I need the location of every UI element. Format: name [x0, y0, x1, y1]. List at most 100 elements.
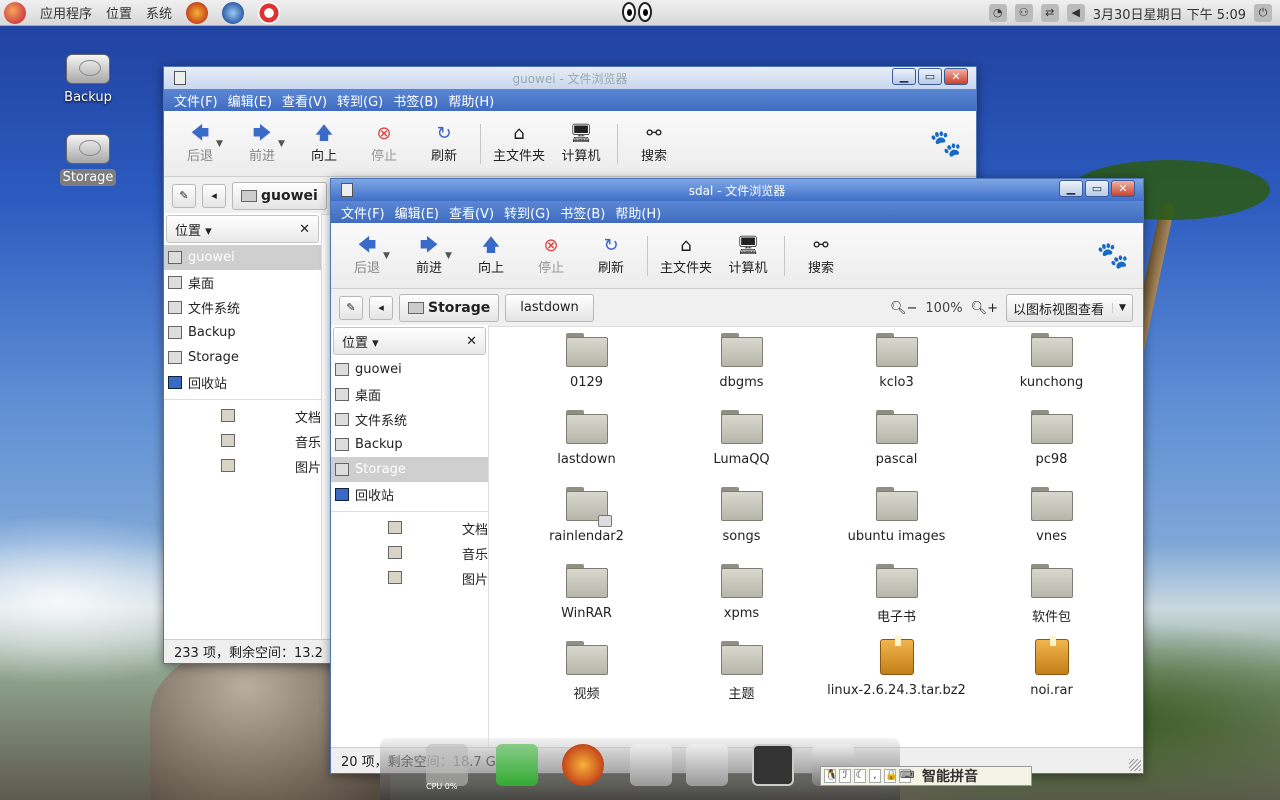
minimize-button[interactable]: ▁ — [1059, 180, 1083, 197]
path-crumb-guowei[interactable]: guowei — [232, 181, 327, 210]
file-item[interactable]: songs — [664, 481, 819, 558]
forward-history-dropdown[interactable]: ▼ — [278, 139, 290, 149]
back-history-dropdown[interactable]: ▼ — [216, 139, 228, 149]
menu-go[interactable]: 转到(G) — [337, 91, 383, 110]
ime-keyboard-icon[interactable]: ⌨ — [899, 769, 914, 783]
maximize-button[interactable]: ▭ — [1085, 180, 1109, 197]
sidebar-item-trash[interactable]: 回收站 — [331, 482, 488, 507]
up-button[interactable]: 🡅 向上 — [461, 235, 521, 276]
toggle-location-entry-button[interactable]: ✎ — [339, 295, 363, 320]
switch-user-icon[interactable]: ⚇ — [1014, 4, 1033, 22]
sidebar-item-documents[interactable]: 文档 — [331, 516, 488, 541]
menu-view[interactable]: 查看(V) — [282, 91, 327, 110]
file-item[interactable]: WinRAR — [509, 558, 664, 635]
terminal-icon[interactable] — [752, 744, 794, 786]
clock[interactable]: 3月30日星期日 下午 5:09 — [1093, 4, 1246, 23]
view-mode-select[interactable]: 以图标视图查看 ▼ — [1005, 294, 1133, 322]
menu-go[interactable]: 转到(G) — [504, 203, 550, 222]
menu-bookmarks[interactable]: 书签(B) — [393, 91, 438, 110]
sidebar-item-guowei[interactable]: guowei — [164, 245, 321, 270]
file-item[interactable]: ubuntu images — [819, 481, 974, 558]
mail-launcher-icon[interactable] — [222, 1, 245, 24]
close-button[interactable]: ✕ — [1111, 180, 1135, 197]
sidebar-item-trash[interactable]: 回收站 — [164, 370, 321, 395]
sidebar-item-storage[interactable]: Storage — [331, 457, 488, 482]
sidebar-item-music[interactable]: 音乐 — [164, 429, 321, 454]
ime-punct-icon[interactable]: , — [869, 769, 881, 783]
reload-button[interactable]: ↻ 刷新 — [414, 123, 474, 164]
ime-penguin-icon[interactable]: 🐧 — [824, 769, 837, 783]
search-button[interactable]: ⚯ 搜索 — [791, 235, 851, 276]
sidebar-item-pictures[interactable]: 图片 — [331, 566, 488, 591]
desktop-icon-backup[interactable]: Backup — [53, 54, 123, 105]
sidebar-header[interactable]: 位置 ▾ ✕ — [166, 215, 319, 243]
network-icon[interactable]: ⇄ — [1040, 4, 1059, 22]
ubuntu-logo-icon[interactable] — [4, 1, 26, 24]
sidebar-header[interactable]: 位置 ▾ ✕ — [333, 327, 486, 355]
maximize-button[interactable]: ▭ — [918, 68, 942, 85]
close-sidebar-icon[interactable]: ✕ — [466, 334, 477, 349]
volume-icon[interactable]: ◀ — [1066, 4, 1085, 22]
resize-grip[interactable] — [1129, 759, 1141, 771]
battery-icon[interactable] — [496, 744, 538, 786]
panel-menu-applications[interactable]: 应用程序 — [40, 3, 92, 22]
cpu-monitor-icon[interactable] — [426, 744, 468, 786]
close-button[interactable]: ✕ — [944, 68, 968, 85]
sidebar-item-desktop[interactable]: 桌面 — [331, 382, 488, 407]
close-sidebar-icon[interactable]: ✕ — [299, 222, 310, 237]
file-item[interactable]: lastdown — [509, 404, 664, 481]
file-cabinet-icon[interactable] — [686, 744, 728, 786]
file-item[interactable]: vnes — [974, 481, 1129, 558]
ime-mode-icon[interactable]: ℐ — [839, 769, 851, 783]
sidebar-item-filesystem[interactable]: 文件系统 — [164, 295, 321, 320]
sidebar-item-desktop[interactable]: 桌面 — [164, 270, 321, 295]
power-icon[interactable]: ⏻ — [1254, 4, 1272, 22]
sidebar-item-guowei[interactable]: guowei — [331, 357, 488, 382]
path-crumb-lastdown[interactable]: lastdown — [505, 293, 594, 322]
menu-edit[interactable]: 编辑(E) — [395, 203, 439, 222]
menu-edit[interactable]: 编辑(E) — [228, 91, 272, 110]
file-item[interactable]: noi.rar — [974, 635, 1129, 712]
sidebar-item-music[interactable]: 音乐 — [331, 541, 488, 566]
sidebar-item-documents[interactable]: 文档 — [164, 404, 321, 429]
path-left-button[interactable]: ◂ — [369, 295, 393, 320]
file-item[interactable]: rainlendar2 — [509, 481, 664, 558]
menu-bookmarks[interactable]: 书签(B) — [560, 203, 605, 222]
panel-menu-places[interactable]: 位置 — [106, 3, 132, 22]
file-item[interactable]: 电子书 — [819, 558, 974, 635]
zoom-level[interactable]: 100% — [925, 301, 962, 316]
computer-button[interactable]: 🖥 计算机 — [718, 235, 778, 276]
sidebar-item-backup[interactable]: Backup — [331, 432, 488, 457]
file-item[interactable]: xpms — [664, 558, 819, 635]
reload-button[interactable]: ↻ 刷新 — [581, 235, 641, 276]
forward-history-dropdown[interactable]: ▼ — [445, 251, 457, 261]
zoom-out-icon[interactable]: 🔍︎− — [890, 301, 917, 316]
stop-button[interactable]: ⊗ 停止 — [354, 123, 414, 164]
menu-help[interactable]: 帮助(H) — [448, 91, 494, 110]
file-item[interactable]: 视频 — [509, 635, 664, 712]
menu-file[interactable]: 文件(F) — [341, 203, 385, 222]
help-launcher-icon[interactable] — [258, 1, 281, 24]
path-left-button[interactable]: ◂ — [202, 183, 226, 208]
file-browser-window-sdal[interactable]: sdal - 文件浏览器 ▁ ▭ ✕ 文件(F) 编辑(E) 查看(V) 转到(… — [330, 178, 1144, 774]
update-icon[interactable]: ◔ — [988, 4, 1007, 22]
menu-view[interactable]: 查看(V) — [449, 203, 494, 222]
file-cabinet-icon[interactable] — [630, 744, 672, 786]
file-item[interactable]: 软件包 — [974, 558, 1129, 635]
sidebar-item-backup[interactable]: Backup — [164, 320, 321, 345]
ime-lock-icon[interactable]: 🔒 — [884, 769, 897, 783]
window-menu-icon[interactable] — [174, 71, 186, 85]
search-button[interactable]: ⚯ 搜索 — [624, 123, 684, 164]
window-titlebar[interactable]: sdal - 文件浏览器 ▁ ▭ ✕ — [331, 179, 1143, 201]
file-item[interactable]: kunchong — [974, 327, 1129, 404]
window-titlebar[interactable]: guowei - 文件浏览器 ▁ ▭ ✕ — [164, 67, 976, 89]
home-button[interactable]: ⌂ 主文件夹 — [654, 235, 718, 276]
back-history-dropdown[interactable]: ▼ — [383, 251, 395, 261]
panel-menu-system[interactable]: 系统 — [146, 3, 172, 22]
file-item[interactable]: pc98 — [974, 404, 1129, 481]
stop-button[interactable]: ⊗ 停止 — [521, 235, 581, 276]
firefox-dock-icon[interactable] — [562, 744, 604, 786]
computer-button[interactable]: 🖥 计算机 — [551, 123, 611, 164]
window-menu-icon[interactable] — [341, 183, 353, 197]
firefox-launcher-icon[interactable] — [186, 1, 209, 24]
